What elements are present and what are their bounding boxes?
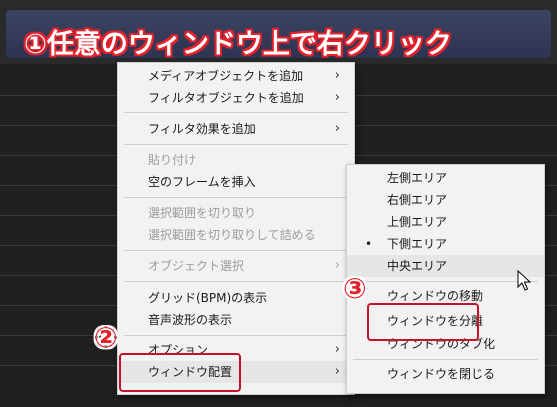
submenu-item-close-window[interactable]: ウィンドウを閉じる	[347, 363, 544, 385]
menu-item-object-select[interactable]: オブジェクト選択 ›	[118, 255, 354, 277]
menu-item-add-filter-effect[interactable]: フィルタ効果を追加 ›	[118, 118, 354, 140]
menu-item-cut-selection[interactable]: 選択範囲を切り取り	[118, 202, 354, 224]
submenu-item-center-area[interactable]: 中央エリア	[347, 255, 544, 277]
menu-separator	[124, 144, 348, 145]
menu-separator	[124, 197, 348, 198]
menu-item-show-grid-bpm[interactable]: グリッド(BPM)の表示	[118, 287, 354, 309]
submenu-item-top-area[interactable]: 上側エリア	[347, 211, 544, 233]
menu-item-show-audio-waveform[interactable]: 音声波形の表示	[118, 309, 354, 331]
bullet-icon: •	[365, 237, 373, 251]
menu-item-cut-selection-and-close-gap[interactable]: 選択範囲を切り取りして詰める	[118, 224, 354, 246]
chevron-right-icon: ›	[334, 258, 340, 273]
menu-separator	[124, 112, 348, 113]
window-layout-submenu: 左側エリア 右側エリア 上側エリア • 下側エリア 中央エリア ウィンドウの移動…	[346, 164, 545, 394]
annotation-box-window-layout	[119, 353, 241, 392]
submenu-item-bottom-area[interactable]: • 下側エリア	[347, 233, 544, 255]
menu-separator	[124, 281, 348, 282]
submenu-item-left-area[interactable]: 左側エリア	[347, 167, 544, 189]
annotation-step-2: ②	[94, 321, 118, 354]
mouse-cursor-icon	[517, 270, 531, 291]
context-menu: メディアオブジェクトを追加 › フィルタオブジェクトを追加 › フィルタ効果を追…	[117, 62, 355, 395]
menu-item-add-media-object[interactable]: メディアオブジェクトを追加 ›	[118, 65, 354, 87]
annotation-box-detach-window	[367, 303, 479, 341]
menu-item-insert-empty-frame[interactable]: 空のフレームを挿入	[118, 171, 354, 193]
chevron-right-icon: ›	[334, 68, 340, 83]
submenu-item-right-area[interactable]: 右側エリア	[347, 189, 544, 211]
menu-item-paste[interactable]: 貼り付け	[118, 149, 354, 171]
menu-item-add-filter-object[interactable]: フィルタオブジェクトを追加 ›	[118, 87, 354, 109]
menu-separator	[124, 250, 348, 251]
chevron-right-icon: ›	[334, 121, 340, 136]
annotation-step-3: ③	[343, 272, 367, 305]
menu-separator	[353, 359, 538, 360]
chevron-right-icon: ›	[334, 90, 340, 105]
menu-separator	[124, 335, 348, 336]
instruction-banner: ①任意のウィンドウ上で右クリック	[6, 10, 551, 60]
menu-separator	[353, 281, 538, 282]
instruction-text: ①任意のウィンドウ上で右クリック	[24, 29, 452, 60]
chevron-right-icon: ›	[334, 342, 340, 357]
chevron-right-icon: ›	[334, 364, 340, 379]
